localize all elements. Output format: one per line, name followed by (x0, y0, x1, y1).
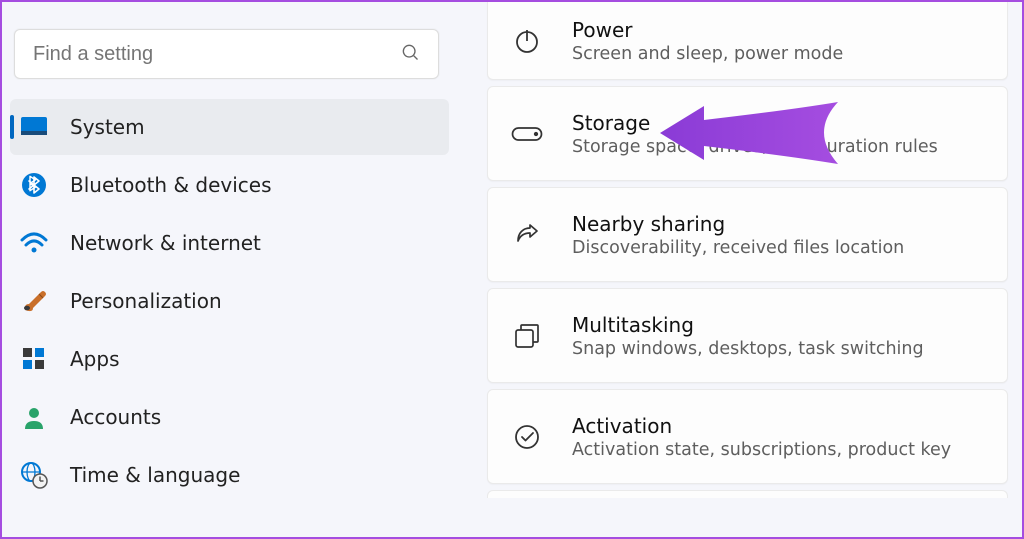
sidebar-item-label: Time & language (70, 463, 240, 487)
sidebar-item-accounts[interactable]: Accounts (10, 389, 449, 445)
card-text: Multitasking Snap windows, desktops, tas… (572, 313, 924, 359)
main-panel: Power Screen and sleep, power mode Stora… (457, 2, 1022, 537)
card-title: Power (572, 18, 843, 42)
bluetooth-icon (20, 172, 48, 198)
sidebar-item-network[interactable]: Network & internet (10, 215, 449, 271)
storage-icon (510, 125, 544, 143)
card-subtitle: Discoverability, received files location (572, 238, 904, 258)
card-text: Nearby sharing Discoverability, received… (572, 212, 904, 258)
apps-icon (20, 347, 48, 371)
card-text: Storage Storage space, drives, configura… (572, 111, 938, 157)
sidebar-item-label: Apps (70, 347, 120, 371)
search-container (10, 17, 449, 99)
sidebar-item-bluetooth[interactable]: Bluetooth & devices (10, 157, 449, 213)
sidebar-item-system[interactable]: System (10, 99, 449, 155)
sidebar-item-personalization[interactable]: Personalization (10, 273, 449, 329)
card-subtitle: Storage space, drives, configuration rul… (572, 137, 938, 157)
settings-card-power[interactable]: Power Screen and sleep, power mode (487, 2, 1008, 80)
sidebar-item-apps[interactable]: Apps (10, 331, 449, 387)
card-title: Activation (572, 414, 951, 438)
search-icon (400, 42, 420, 66)
share-icon (510, 221, 544, 249)
sidebar-item-label: Personalization (70, 289, 222, 313)
search-box[interactable] (14, 29, 439, 79)
card-text: Power Screen and sleep, power mode (572, 18, 843, 64)
paintbrush-icon (20, 288, 48, 314)
card-title: Storage (572, 111, 938, 135)
sidebar: System Bluetooth & devices Network & int… (2, 2, 457, 537)
display-icon (20, 116, 48, 138)
card-text: Activation Activation state, subscriptio… (572, 414, 951, 460)
settings-card-multitasking[interactable]: Multitasking Snap windows, desktops, tas… (487, 288, 1008, 383)
card-title: Nearby sharing (572, 212, 904, 236)
search-input[interactable] (33, 43, 400, 66)
card-subtitle: Snap windows, desktops, task switching (572, 339, 924, 359)
sidebar-item-label: Accounts (70, 405, 161, 429)
card-title: Multitasking (572, 313, 924, 337)
sidebar-item-label: Network & internet (70, 231, 261, 255)
multitasking-icon (510, 322, 544, 350)
settings-card-activation[interactable]: Activation Activation state, subscriptio… (487, 389, 1008, 484)
card-subtitle: Screen and sleep, power mode (572, 44, 843, 64)
card-sliver (487, 490, 1008, 498)
sidebar-item-label: System (70, 115, 145, 139)
wifi-icon (20, 232, 48, 254)
account-icon (20, 405, 48, 429)
settings-card-nearby-sharing[interactable]: Nearby sharing Discoverability, received… (487, 187, 1008, 282)
card-subtitle: Activation state, subscriptions, product… (572, 440, 951, 460)
nav-list: System Bluetooth & devices Network & int… (10, 99, 449, 503)
sidebar-item-time-language[interactable]: Time & language (10, 447, 449, 503)
sidebar-item-label: Bluetooth & devices (70, 173, 272, 197)
clock-globe-icon (20, 461, 48, 489)
power-icon (510, 27, 544, 55)
settings-card-storage[interactable]: Storage Storage space, drives, configura… (487, 86, 1008, 181)
checkmark-circle-icon (510, 423, 544, 451)
